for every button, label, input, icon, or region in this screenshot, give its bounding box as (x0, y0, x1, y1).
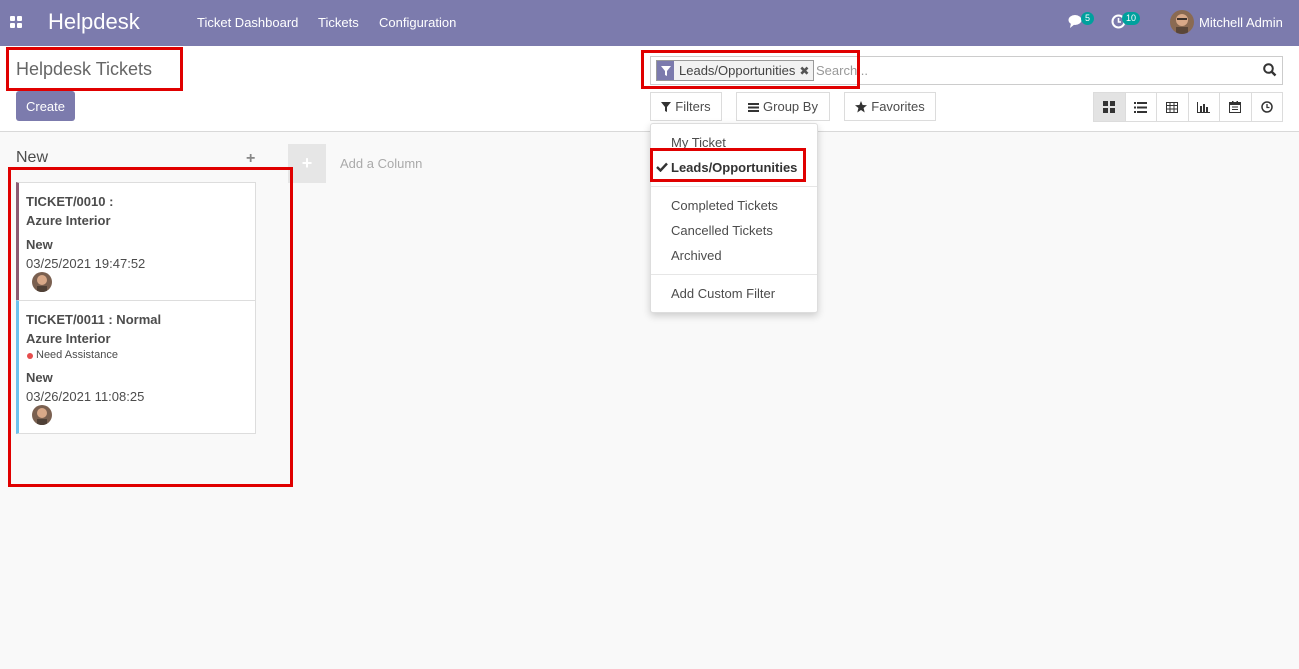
add-column-plus-icon[interactable]: + (288, 144, 326, 183)
dropdown-divider (651, 186, 817, 187)
star-icon (855, 100, 868, 112)
tag-dot (27, 353, 33, 359)
filter-archived[interactable]: Archived (671, 248, 722, 263)
add-column-label[interactable]: Add a Column (340, 156, 422, 171)
add-custom-filter[interactable]: Add Custom Filter (671, 286, 775, 301)
ticket-date: 03/26/2021 11:08:25 (26, 389, 145, 404)
user-name[interactable]: Mitchell Admin (1199, 15, 1283, 30)
ticket-stage: New (26, 370, 53, 385)
filters-button[interactable]: Filters (650, 92, 722, 121)
list-view-icon[interactable] (1125, 93, 1157, 121)
graph-view-icon[interactable] (1188, 93, 1220, 121)
apps-menu-icon[interactable] (10, 16, 22, 28)
assignee-avatar (32, 405, 52, 425)
filters-dropdown: My Ticket Leads/Opportunities Completed … (650, 123, 818, 313)
kanban-view-icon[interactable] (1094, 93, 1126, 121)
activities-badge: 10 (1122, 12, 1141, 25)
menu-tickets[interactable]: Tickets (318, 15, 359, 30)
quick-create-icon[interactable]: + (246, 150, 255, 168)
ticket-stage: New (26, 237, 53, 252)
search-bar[interactable]: Leads/Opportunities ✖ Search... (650, 56, 1283, 85)
facet-label: Leads/Opportunities (679, 63, 796, 78)
dropdown-divider (651, 274, 817, 275)
search-icon[interactable] (1263, 63, 1277, 77)
ticket-customer: Azure Interior (26, 213, 111, 228)
app-brand[interactable]: Helpdesk (48, 9, 140, 35)
kanban-card[interactable]: TICKET/0010 : Azure Interior New 03/25/2… (16, 182, 256, 301)
filter-leads-opportunities[interactable]: Leads/Opportunities (671, 160, 797, 175)
menu-ticket-dashboard[interactable]: Ticket Dashboard (197, 15, 298, 30)
pivot-view-icon[interactable] (1157, 93, 1189, 121)
filters-label: Filters (675, 99, 711, 114)
control-panel: Helpdesk Tickets Create Leads/Opportunit… (0, 46, 1299, 132)
bars-icon (748, 102, 760, 112)
assignee-avatar (32, 272, 52, 292)
ticket-date: 03/25/2021 19:47:52 (26, 256, 146, 271)
favorites-label: Favorites (871, 99, 925, 114)
filter-icon (657, 61, 674, 80)
group-by-button[interactable]: Group By (736, 92, 830, 121)
kanban-card[interactable]: TICKET/0011 : Normal Azure Interior Need… (16, 300, 256, 434)
ticket-ref: TICKET/0011 : Normal (26, 312, 162, 327)
group-by-label: Group By (763, 99, 818, 114)
facet-remove-icon[interactable]: ✖ (799, 64, 813, 78)
create-button[interactable]: Create (16, 91, 75, 121)
favorites-button[interactable]: Favorites (844, 92, 936, 121)
search-facet: Leads/Opportunities ✖ (656, 60, 815, 81)
filter-completed-tickets[interactable]: Completed Tickets (671, 198, 778, 213)
view-switcher (1093, 92, 1283, 122)
user-avatar[interactable] (1170, 10, 1194, 34)
check-icon (656, 162, 668, 172)
top-navbar: Helpdesk Ticket Dashboard Tickets Config… (0, 0, 1299, 46)
search-input[interactable]: Search... (816, 63, 868, 78)
ticket-ref: TICKET/0010 : (26, 194, 114, 209)
filter-icon (661, 101, 672, 112)
kanban-column-title: New (16, 149, 49, 166)
page-title: Helpdesk Tickets (16, 59, 153, 79)
filter-my-ticket[interactable]: My Ticket (671, 135, 726, 150)
messages-badge: 5 (1081, 12, 1095, 25)
menu-configuration[interactable]: Configuration (379, 15, 456, 30)
activity-view-icon[interactable] (1251, 93, 1282, 121)
ticket-tag: Need Assistance (36, 349, 118, 361)
filter-cancelled-tickets[interactable]: Cancelled Tickets (671, 223, 773, 238)
calendar-view-icon[interactable] (1220, 93, 1252, 121)
ticket-customer: Azure Interior (26, 331, 111, 346)
